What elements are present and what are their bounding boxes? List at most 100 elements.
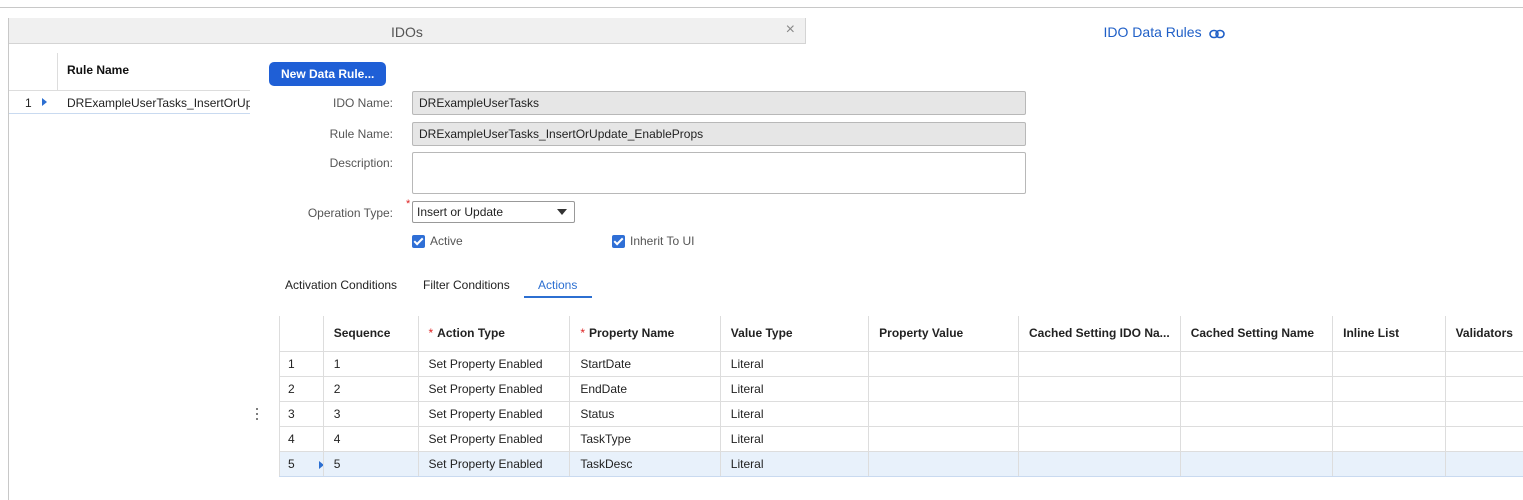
description-field[interactable] [412, 152, 1026, 194]
tab-ido-data-rules-label: IDO Data Rules [1103, 24, 1202, 40]
rule-name-field[interactable]: DRExampleUserTasks_InsertOrUpdate_Enable… [412, 122, 1026, 146]
tab-idos[interactable]: IDOs × [9, 18, 806, 44]
validators-cell[interactable] [1444, 376, 1523, 402]
cached-setting-name-cell[interactable] [1179, 426, 1333, 452]
new-data-rule-button[interactable]: New Data Rule... [269, 62, 387, 86]
description-label: Description: [329, 156, 393, 170]
cached-setting-ido-name-cell[interactable] [1017, 351, 1181, 377]
row-number: 3 [279, 401, 324, 427]
active-label: Active [430, 234, 463, 248]
value-type-cell[interactable]: Literal [719, 376, 869, 402]
sequence-cell[interactable]: 4 [322, 426, 418, 452]
inline-list-cell[interactable] [1332, 401, 1446, 427]
table-row[interactable]: 3 3 Set Property Enabled Status Literal [279, 401, 1523, 427]
cached-setting-ido-name-cell[interactable] [1017, 376, 1181, 402]
tab-actions[interactable]: Actions [538, 278, 577, 292]
property-name-cell[interactable]: StartDate [569, 351, 721, 377]
action-type-cell[interactable]: Set Property Enabled [417, 451, 570, 477]
action-type-cell[interactable]: Set Property Enabled [417, 426, 570, 452]
value-type-cell[interactable]: Literal [719, 451, 869, 477]
validators-column-header[interactable]: Validators [1444, 316, 1523, 352]
property-name-cell[interactable]: Status [569, 401, 721, 427]
action-type-column-header[interactable]: * Action Type [417, 316, 570, 352]
value-type-cell[interactable]: Literal [719, 401, 869, 427]
ido-name-field[interactable]: DRExampleUserTasks [412, 91, 1026, 115]
property-value-cell[interactable] [868, 451, 1019, 477]
action-type-cell[interactable]: Set Property Enabled [417, 351, 570, 377]
sequence-cell[interactable]: 1 [322, 351, 418, 377]
property-value-cell[interactable] [868, 401, 1019, 427]
ido-name-label: IDO Name: [332, 96, 393, 110]
validators-cell[interactable] [1444, 351, 1523, 377]
action-type-header-label: Action Type [437, 326, 505, 341]
sequence-cell[interactable]: 3 [322, 401, 418, 427]
property-name-cell[interactable]: TaskType [569, 426, 721, 452]
active-checkbox[interactable]: Active [412, 234, 463, 248]
inline-list-cell[interactable] [1332, 451, 1446, 477]
value-type-cell[interactable]: Literal [719, 351, 869, 377]
property-value-cell[interactable] [868, 426, 1019, 452]
rules-list-header: Rule Name [9, 53, 250, 91]
dropdown-caret-icon [557, 209, 567, 215]
inline-list-cell[interactable] [1332, 426, 1446, 452]
tab-idos-label: IDOs [391, 24, 423, 40]
value-type-column-header[interactable]: Value Type [719, 316, 869, 352]
action-type-cell[interactable]: Set Property Enabled [417, 376, 570, 402]
tab-ido-data-rules[interactable]: IDO Data Rules [806, 18, 1523, 44]
property-value-column-header[interactable]: Property Value [868, 316, 1019, 352]
cached-setting-name-cell[interactable] [1179, 351, 1333, 377]
cached-setting-ido-name-cell[interactable] [1017, 451, 1181, 477]
row-selector-arrow-icon [42, 98, 47, 106]
rule-name-cell[interactable]: DRExampleUserTasks_InsertOrUp [67, 96, 250, 110]
action-type-cell[interactable]: Set Property Enabled [417, 401, 570, 427]
actions-grid: Sequence * Action Type * Property Name Val… [279, 316, 1523, 477]
row-number: 2 [279, 376, 324, 402]
property-value-cell[interactable] [868, 376, 1019, 402]
validators-cell[interactable] [1444, 426, 1523, 452]
cached-setting-ido-name-cell[interactable] [1017, 401, 1181, 427]
validators-cell[interactable] [1444, 451, 1523, 477]
sequence-cell[interactable]: 2 [322, 376, 418, 402]
operation-type-label: Operation Type: [307, 206, 393, 220]
link-icon[interactable] [1209, 28, 1226, 40]
row-number-cell: 5 [279, 451, 324, 477]
row-number: 5 [288, 456, 295, 471]
cached-setting-name-cell[interactable] [1179, 376, 1333, 402]
inherit-to-ui-checkbox[interactable]: Inherit To UI [612, 234, 694, 248]
property-name-cell[interactable]: EndDate [569, 376, 721, 402]
active-tab-indicator [524, 296, 592, 298]
operation-type-value: Insert or Update [417, 205, 504, 219]
tab-filter-conditions[interactable]: Filter Conditions [423, 278, 510, 292]
checkbox-checked-icon [612, 234, 625, 248]
value-type-cell[interactable]: Literal [719, 426, 869, 452]
sequence-cell[interactable]: 5 [322, 451, 418, 477]
list-item[interactable]: 1 DRExampleUserTasks_InsertOrUp [9, 91, 250, 114]
table-row[interactable]: 2 2 Set Property Enabled EndDate Literal [279, 376, 1523, 402]
cached-setting-name-cell[interactable] [1179, 451, 1333, 477]
row-number-header [279, 316, 324, 352]
table-row-selected[interactable]: 5 5 Set Property Enabled TaskDesc Litera… [279, 451, 1523, 477]
table-row[interactable]: 4 4 Set Property Enabled TaskType Litera… [279, 426, 1523, 452]
inline-list-cell[interactable] [1332, 376, 1446, 402]
table-row[interactable]: 1 1 Set Property Enabled StartDate Liter… [279, 351, 1523, 377]
property-value-cell[interactable] [868, 351, 1019, 377]
operation-type-select[interactable]: Insert or Update [412, 201, 575, 223]
validators-cell[interactable] [1444, 401, 1523, 427]
row-selector-arrow-icon [319, 460, 324, 469]
tab-activation-conditions[interactable]: Activation Conditions [285, 278, 397, 292]
close-icon[interactable]: × [786, 21, 795, 39]
inline-list-cell[interactable] [1332, 351, 1446, 377]
property-name-column-header[interactable]: * Property Name [569, 316, 721, 352]
cached-setting-name-column-header[interactable]: Cached Setting Name [1179, 316, 1333, 352]
rules-list-grid: Rule Name 1 DRExampleUserTasks_InsertOrU… [9, 53, 250, 114]
sequence-column-header[interactable]: Sequence [322, 316, 418, 352]
property-name-cell[interactable]: TaskDesc [569, 451, 721, 477]
rule-name-column-header[interactable]: Rule Name [67, 63, 129, 77]
cached-setting-ido-name-column-header[interactable]: Cached Setting IDO Na... [1017, 316, 1181, 352]
cached-setting-ido-name-cell[interactable] [1017, 426, 1181, 452]
required-marker: * [580, 326, 585, 341]
inline-list-column-header[interactable]: Inline List [1332, 316, 1446, 352]
cached-setting-name-cell[interactable] [1179, 401, 1333, 427]
kebab-menu-icon[interactable] [255, 408, 259, 423]
checkbox-checked-icon [412, 234, 425, 248]
